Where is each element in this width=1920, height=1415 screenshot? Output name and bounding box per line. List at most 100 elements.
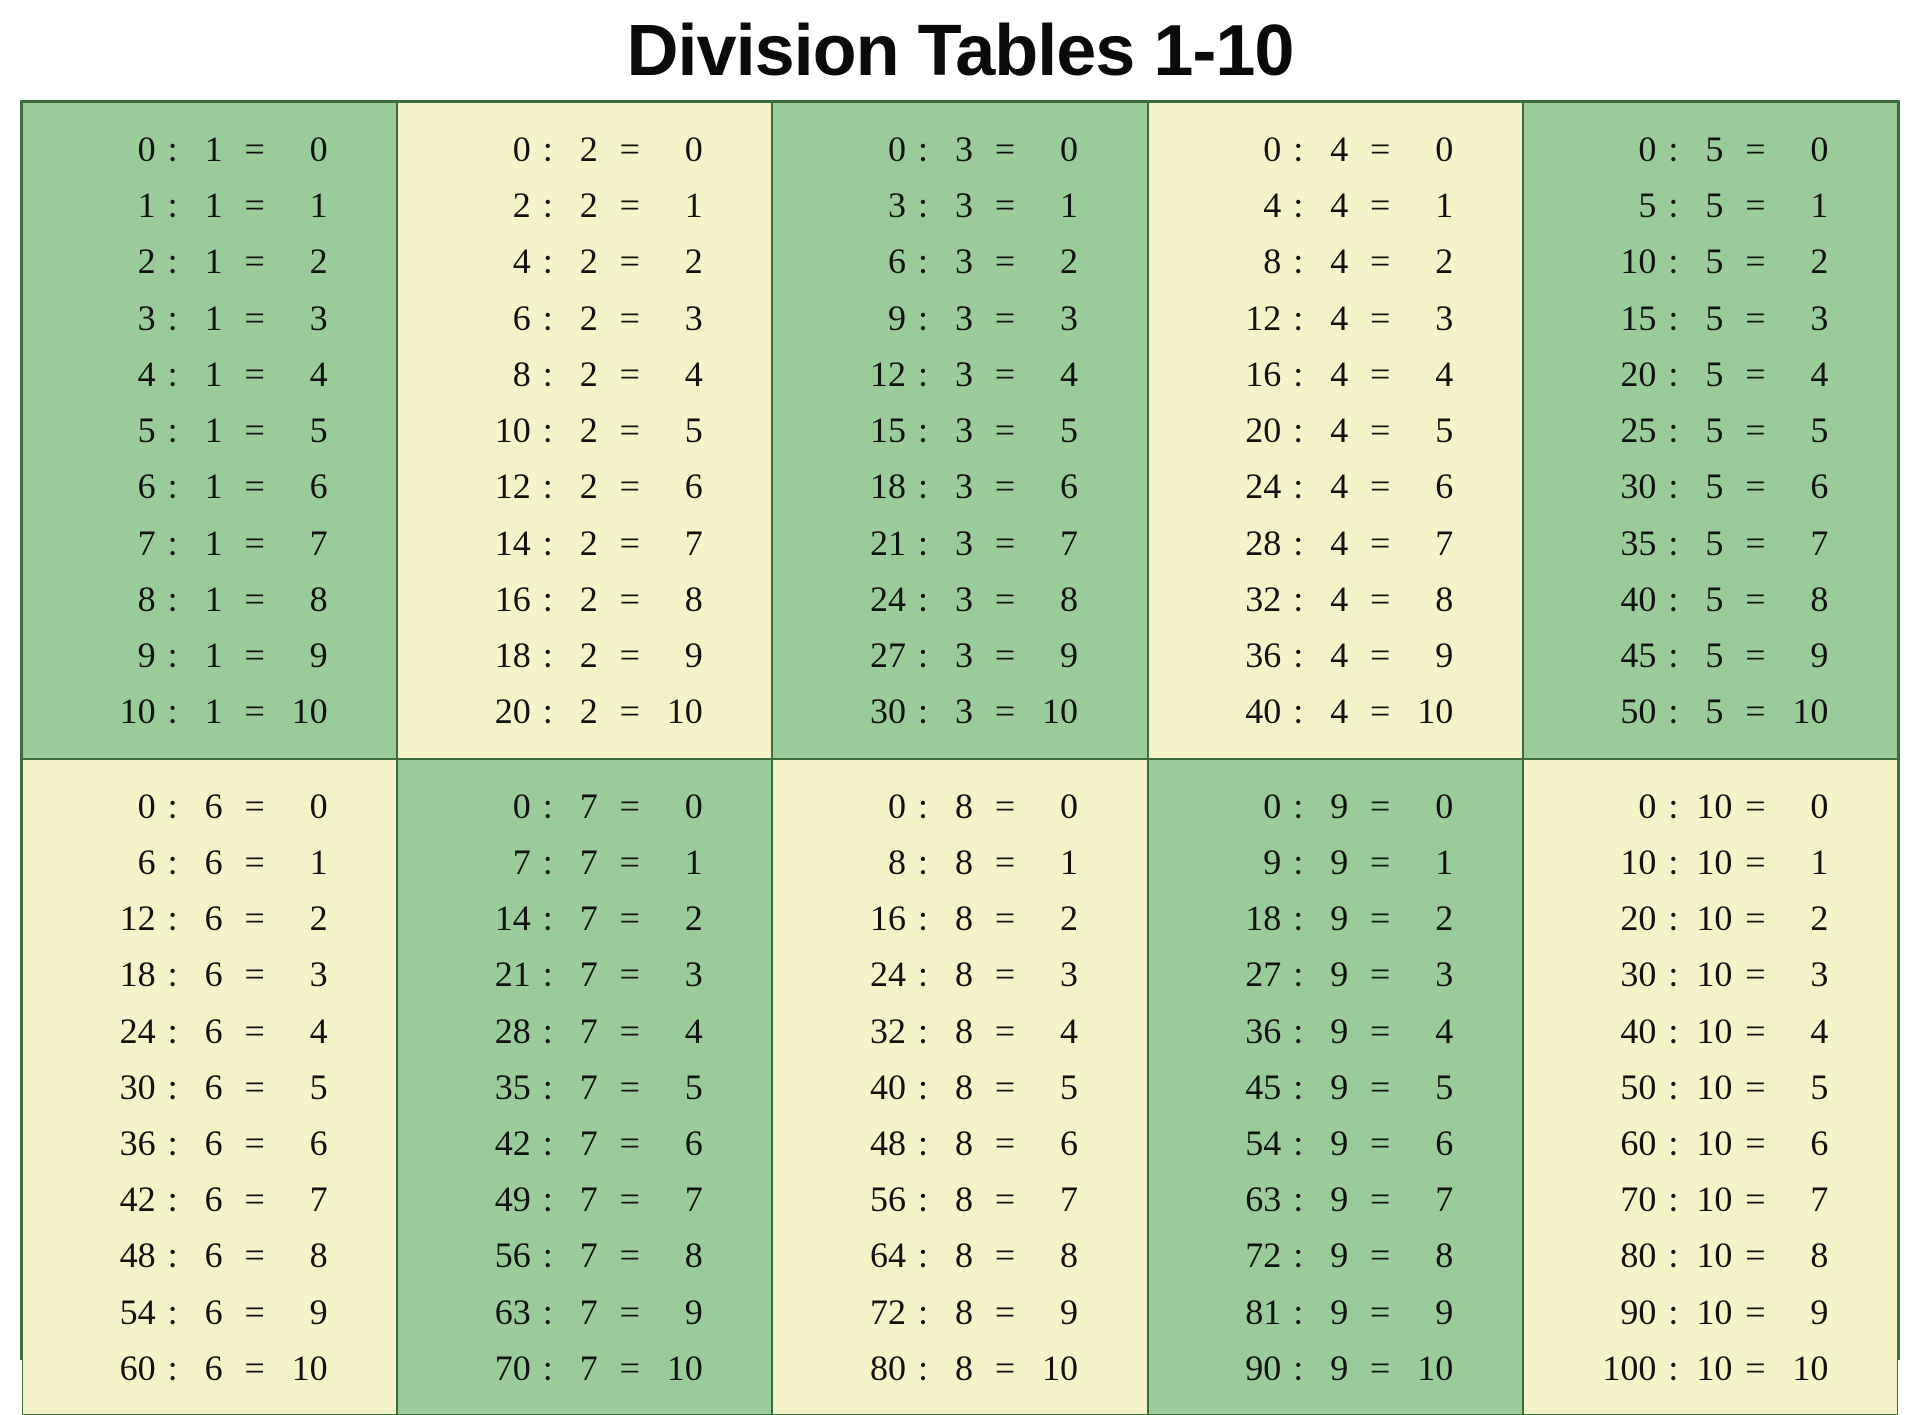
dividend: 7 — [92, 519, 156, 567]
division-operator: : — [531, 462, 565, 510]
dividend: 4 — [1217, 181, 1281, 229]
equals-sign: = — [1738, 181, 1772, 229]
quotient: 0 — [1772, 125, 1828, 173]
equation-list: 0:4=04:4=18:4=212:4=316:4=420:4=524:4=62… — [1217, 125, 1453, 736]
dividend: 80 — [1592, 1231, 1656, 1279]
division-operator: : — [1656, 462, 1690, 510]
division-operator: : — [1656, 237, 1690, 285]
equals-sign: = — [1363, 237, 1397, 285]
quotient: 9 — [1022, 631, 1078, 679]
divisor: 1 — [190, 575, 238, 623]
division-operator: : — [1656, 575, 1690, 623]
dividend: 27 — [842, 631, 906, 679]
quotient: 1 — [1397, 838, 1453, 886]
dividend: 0 — [1592, 782, 1656, 830]
divisor: 1 — [190, 462, 238, 510]
equation: 70:10=7 — [1592, 1175, 1828, 1223]
equals-sign: = — [613, 1007, 647, 1055]
division-operator: : — [1281, 1231, 1315, 1279]
divisor: 3 — [940, 631, 988, 679]
quotient: 2 — [1772, 894, 1828, 942]
equals-sign: = — [1738, 1231, 1772, 1279]
divisor: 6 — [190, 1119, 238, 1167]
equals-sign: = — [988, 687, 1022, 735]
dividend: 90 — [1217, 1344, 1281, 1392]
quotient: 6 — [1397, 462, 1453, 510]
divisor: 8 — [940, 950, 988, 998]
divisor: 4 — [1315, 350, 1363, 398]
equation: 14:7=2 — [467, 894, 703, 942]
equation: 9:1=9 — [92, 631, 328, 679]
equals-sign: = — [988, 1063, 1022, 1111]
divisor: 4 — [1315, 237, 1363, 285]
equals-sign: = — [988, 950, 1022, 998]
divisor: 4 — [1315, 125, 1363, 173]
equals-sign: = — [238, 1119, 272, 1167]
divisor: 5 — [1690, 237, 1738, 285]
divisor: 6 — [190, 1231, 238, 1279]
dividend: 14 — [467, 519, 531, 567]
equals-sign: = — [988, 1344, 1022, 1392]
quotient: 4 — [272, 350, 328, 398]
dividend: 24 — [92, 1007, 156, 1055]
equals-sign: = — [1363, 350, 1397, 398]
equation: 40:5=8 — [1592, 575, 1828, 623]
divisor: 2 — [565, 631, 613, 679]
divisor: 9 — [1315, 1119, 1363, 1167]
equation: 8:1=8 — [92, 575, 328, 623]
dividend: 10 — [1592, 237, 1656, 285]
equation: 54:9=6 — [1217, 1119, 1453, 1167]
divisor: 6 — [190, 1063, 238, 1111]
divisor: 2 — [565, 181, 613, 229]
equation: 24:4=6 — [1217, 462, 1453, 510]
divisor: 10 — [1690, 1344, 1738, 1392]
equals-sign: = — [1738, 406, 1772, 454]
division-operator: : — [1281, 894, 1315, 942]
equation: 10:10=1 — [1592, 838, 1828, 886]
equation: 56:8=7 — [842, 1175, 1078, 1223]
divisor: 4 — [1315, 631, 1363, 679]
dividend: 70 — [1592, 1175, 1656, 1223]
equation: 72:9=8 — [1217, 1231, 1453, 1279]
quotient: 3 — [1772, 950, 1828, 998]
division-operator: : — [906, 782, 940, 830]
divisor: 5 — [1690, 687, 1738, 735]
division-operator: : — [1281, 350, 1315, 398]
equals-sign: = — [988, 350, 1022, 398]
equals-sign: = — [988, 782, 1022, 830]
division-operator: : — [906, 631, 940, 679]
equation: 80:10=8 — [1592, 1231, 1828, 1279]
equals-sign: = — [1363, 1231, 1397, 1279]
dividend: 64 — [842, 1231, 906, 1279]
equation: 5:1=5 — [92, 406, 328, 454]
equals-sign: = — [238, 894, 272, 942]
division-operator: : — [156, 575, 190, 623]
equation: 18:2=9 — [467, 631, 703, 679]
division-operator: : — [156, 350, 190, 398]
equation: 2:1=2 — [92, 237, 328, 285]
dividend: 12 — [467, 462, 531, 510]
quotient: 0 — [1397, 125, 1453, 173]
grid-row: 0:1=01:1=12:1=23:1=34:1=45:1=56:1=67:1=7… — [22, 102, 1898, 759]
equation: 14:2=7 — [467, 519, 703, 567]
division-operator: : — [906, 1119, 940, 1167]
division-operator: : — [156, 519, 190, 567]
dividend: 40 — [842, 1063, 906, 1111]
division-operator: : — [906, 294, 940, 342]
equals-sign: = — [238, 575, 272, 623]
division-operator: : — [156, 237, 190, 285]
equation: 35:5=7 — [1592, 519, 1828, 567]
quotient: 3 — [1397, 950, 1453, 998]
division-operator: : — [906, 181, 940, 229]
dividend: 4 — [467, 237, 531, 285]
divisor: 2 — [565, 575, 613, 623]
equation: 36:9=4 — [1217, 1007, 1453, 1055]
equation: 27:9=3 — [1217, 950, 1453, 998]
equation: 70:7=10 — [467, 1344, 703, 1392]
equation: 35:7=5 — [467, 1063, 703, 1111]
dividend: 18 — [467, 631, 531, 679]
page-title: Division Tables 1-10 — [20, 10, 1900, 92]
dividend: 15 — [842, 406, 906, 454]
divisor: 6 — [190, 1007, 238, 1055]
equals-sign: = — [1363, 894, 1397, 942]
